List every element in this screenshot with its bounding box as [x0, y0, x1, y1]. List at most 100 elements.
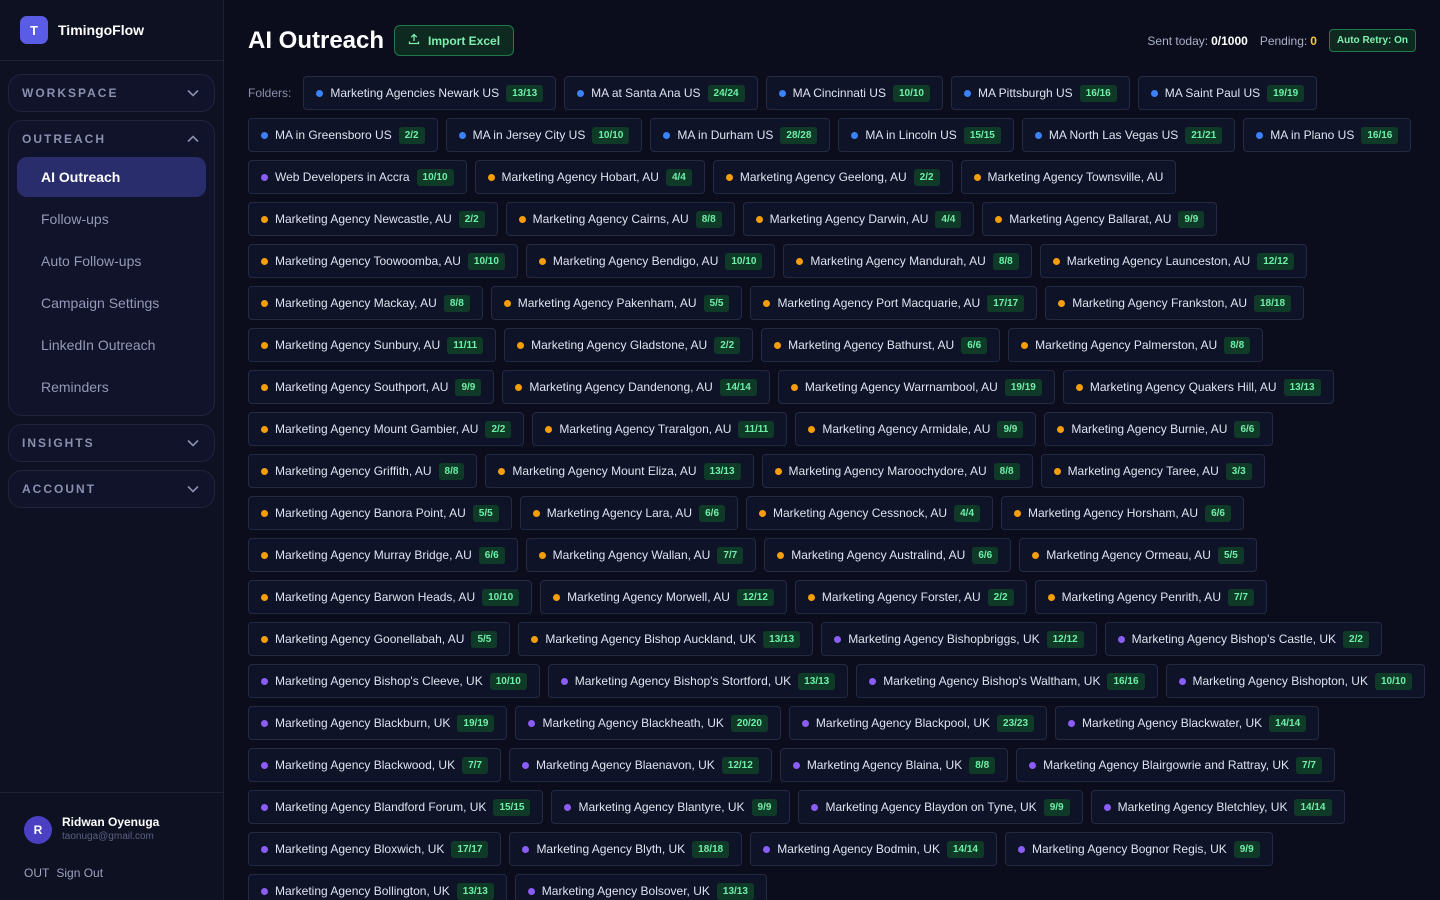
folder-chip[interactable]: Marketing Agency Cairns, AU 8/8 [505, 202, 735, 236]
folder-chip[interactable]: Marketing Agency Southport, AU 9/9 [248, 370, 495, 404]
folder-chip[interactable]: Marketing Agency Blaydon on Tyne, UK 9/9 [798, 790, 1083, 824]
folder-chip[interactable]: Marketing Agency Sunbury, AU 11/11 [248, 328, 497, 362]
folder-chip[interactable]: MA in Plano US 16/16 [1243, 118, 1412, 152]
folder-chip[interactable]: Marketing Agency Bognor Regis, UK 9/9 [1004, 832, 1273, 866]
folder-chip[interactable]: Marketing Agency Blackwater, UK 14/14 [1055, 706, 1320, 740]
folder-chip[interactable]: Marketing Agency Bloxwich, UK 17/17 [248, 832, 502, 866]
folder-chip[interactable]: Marketing Agency Ormeau, AU 5/5 [1019, 538, 1257, 572]
folder-chip[interactable]: Marketing Agency Goonellabah, AU 5/5 [248, 622, 511, 656]
folder-chip[interactable]: Marketing Agency Cessnock, AU 4/4 [746, 496, 994, 530]
folder-chip[interactable]: Marketing Agency Launceston, AU 12/12 [1039, 244, 1308, 278]
folder-chip[interactable]: Marketing Agency Palmerston, AU 8/8 [1008, 328, 1264, 362]
folder-chip[interactable]: Marketing Agency Darwin, AU 4/4 [742, 202, 975, 236]
folder-chip[interactable]: Marketing Agency Armidale, AU 9/9 [795, 412, 1037, 446]
folder-chip[interactable]: Marketing Agency Maroochydore, AU 8/8 [761, 454, 1033, 488]
nav-item-follow-ups[interactable]: Follow-ups [17, 199, 206, 239]
folder-chip[interactable]: Marketing Agency Bathurst, AU 6/6 [761, 328, 1001, 362]
folder-chip[interactable]: Marketing Agency Banora Point, AU 5/5 [248, 496, 512, 530]
folder-chip[interactable]: Marketing Agency Blackwood, UK 7/7 [248, 748, 501, 782]
folder-chip[interactable]: Marketing Agency Horsham, AU 6/6 [1001, 496, 1244, 530]
folder-chip[interactable]: Marketing Agency Murray Bridge, AU 6/6 [248, 538, 518, 572]
folder-chip[interactable]: MA Pittsburgh US 16/16 [950, 76, 1130, 110]
folder-dot-icon [538, 551, 546, 559]
folder-chip[interactable]: Marketing Agency Hobart, AU 4/4 [474, 160, 705, 194]
folder-chip[interactable]: Marketing Agency Mount Eliza, AU 13/13 [485, 454, 754, 488]
nav-item-campaign-settings[interactable]: Campaign Settings [17, 283, 206, 323]
folder-chip[interactable]: Marketing Agency Geelong, AU 2/2 [712, 160, 953, 194]
folder-chip[interactable]: Marketing Agency Blackpool, UK 23/23 [788, 706, 1048, 740]
folder-chip[interactable]: Web Developers in Accra 10/10 [248, 160, 467, 194]
section-account-header[interactable]: ACCOUNT [9, 471, 214, 507]
folder-chip[interactable]: MA in Greensboro US 2/2 [248, 118, 438, 152]
folder-chip[interactable]: Marketing Agency Dandenong, AU 14/14 [502, 370, 770, 404]
folder-chip[interactable]: Marketing Agencies Newark US 13/13 [303, 76, 557, 110]
folder-chip[interactable]: Marketing Agency Bollington, UK 13/13 [248, 874, 507, 900]
folder-chip[interactable]: Marketing Agency Blandford Forum, UK 15/1… [248, 790, 544, 824]
folder-chip[interactable]: MA in Jersey City US 10/10 [445, 118, 643, 152]
folder-chip[interactable]: Marketing Agency Frankston, AU 18/18 [1045, 286, 1305, 320]
folder-chip[interactable]: Marketing Agency Bishop's Castle, UK 2/2 [1104, 622, 1382, 656]
sign-out-button[interactable]: OUT Sign Out [24, 866, 103, 880]
folder-chip[interactable]: Marketing Agency Warrnambool, AU 19/19 [777, 370, 1055, 404]
folder-chip[interactable]: Marketing Agency Townsville, AU [960, 160, 1177, 194]
nav-item-reminders[interactable]: Reminders [17, 367, 206, 407]
folder-chip[interactable]: MA in Lincoln US 15/15 [838, 118, 1014, 152]
folder-chip[interactable]: Marketing Agency Newcastle, AU 2/2 [248, 202, 498, 236]
folder-chip[interactable]: Marketing Agency Toowoomba, AU 10/10 [248, 244, 518, 278]
folder-chip[interactable]: Marketing Agency Bendigo, AU 10/10 [525, 244, 776, 278]
folder-chip[interactable]: Marketing Agency Quakers Hill, AU 13/13 [1062, 370, 1334, 404]
folder-chip[interactable]: Marketing Agency Bishopbriggs, UK 12/12 [821, 622, 1097, 656]
folder-chip[interactable]: Marketing Agency Blackburn, UK 19/19 [248, 706, 508, 740]
folder-chip[interactable]: Marketing Agency Blackheath, UK 20/20 [515, 706, 781, 740]
folder-chip[interactable]: MA at Santa Ana US 24/24 [564, 76, 758, 110]
folder-chip[interactable]: Marketing Agency Morwell, AU 12/12 [540, 580, 787, 614]
folder-chip[interactable]: Marketing Agency Bodmin, UK 14/14 [750, 832, 997, 866]
folder-chip[interactable]: Marketing Agency Wallan, AU 7/7 [525, 538, 757, 572]
folder-dot-icon [261, 425, 268, 433]
folder-chip[interactable]: Marketing Agency Blyth, UK 18/18 [509, 832, 743, 866]
folder-chip[interactable]: Marketing Agency Mandurah, AU 8/8 [783, 244, 1032, 278]
folder-chip[interactable]: Marketing Agency Forster, AU 2/2 [794, 580, 1027, 614]
folder-chip[interactable]: Marketing Agency Bishop's Cleeve, UK 10/1… [248, 664, 540, 698]
folder-chip[interactable]: Marketing Agency Blaina, UK 8/8 [779, 748, 1009, 782]
folder-chip[interactable]: Marketing Agency Penrith, AU 7/7 [1034, 580, 1267, 614]
folder-chip[interactable]: MA North Las Vegas US 21/21 [1021, 118, 1236, 152]
folder-chip[interactable]: Marketing Agency Bishopton, UK 10/10 [1165, 664, 1425, 698]
folder-chip[interactable]: Marketing Agency Port Macquarie, AU 17/17 [750, 286, 1038, 320]
nav-item-auto-follow-ups[interactable]: Auto Follow-ups [17, 241, 206, 281]
folder-chip[interactable]: Marketing Agency Lara, AU 6/6 [519, 496, 739, 530]
folder-chip[interactable]: Marketing Agency Blairgowrie and Rattray… [1016, 748, 1335, 782]
folder-chip[interactable]: Marketing Agency Bishop's Stortford, UK 1… [547, 664, 849, 698]
folder-count-badge: 10/10 [892, 84, 930, 102]
folder-chip[interactable]: Marketing Agency Bolsover, UK 13/13 [514, 874, 767, 900]
import-excel-button[interactable]: Import Excel [394, 25, 515, 56]
folder-count-badge: 28/28 [780, 126, 818, 144]
folder-chip[interactable]: Marketing Agency Bishop's Waltham, UK 16/… [856, 664, 1158, 698]
folder-chip[interactable]: Marketing Agency Traralgon, AU 11/11 [532, 412, 788, 446]
folder-chip[interactable]: Marketing Agency Taree, AU 3/3 [1040, 454, 1265, 488]
folder-chip[interactable]: Marketing Agency Blaenavon, UK 12/12 [509, 748, 772, 782]
folder-chip[interactable]: Marketing Agency Burnie, AU 6/6 [1044, 412, 1274, 446]
brand[interactable]: T TimingoFlow [0, 0, 223, 61]
nav-item-ai-outreach[interactable]: AI Outreach [17, 157, 206, 197]
folder-chip[interactable]: Marketing Agency Australind, AU 6/6 [764, 538, 1012, 572]
auto-retry-toggle[interactable]: Auto Retry: On [1328, 29, 1416, 52]
folder-chip[interactable]: Marketing Agency Gladstone, AU 2/2 [504, 328, 754, 362]
folder-chip[interactable]: Marketing Agency Ballarat, AU 9/9 [982, 202, 1218, 236]
pending-label: Pending: [1259, 33, 1308, 48]
folder-chip[interactable]: Marketing Agency Bishop Auckland, UK 13/1… [518, 622, 814, 656]
folder-chip[interactable]: Marketing Agency Blantyre, UK 9/9 [551, 790, 791, 824]
folder-chip[interactable]: Marketing Agency Mackay, AU 8/8 [248, 286, 483, 320]
folder-chip[interactable]: Marketing Agency Bletchley, UK 14/14 [1090, 790, 1345, 824]
section-outreach-header[interactable]: OUTREACH [9, 121, 214, 157]
nav-item-linkedin-outreach[interactable]: LinkedIn Outreach [17, 325, 206, 365]
folder-chip[interactable]: MA Cincinnati US 10/10 [765, 76, 943, 110]
folder-chip[interactable]: Marketing Agency Griffith, AU 8/8 [248, 454, 478, 488]
folder-chip[interactable]: MA Saint Paul US 19/19 [1137, 76, 1318, 110]
folder-chip[interactable]: Marketing Agency Barwon Heads, AU 10/10 [248, 580, 533, 614]
section-insights-header[interactable]: INSIGHTS [9, 425, 214, 461]
folder-chip[interactable]: Marketing Agency Mount Gambier, AU 2/2 [248, 412, 525, 446]
folder-chip[interactable]: MA in Durham US 28/28 [650, 118, 831, 152]
section-workspace-header[interactable]: WORKSPACE [9, 75, 214, 111]
folder-chip[interactable]: Marketing Agency Pakenham, AU 5/5 [490, 286, 743, 320]
